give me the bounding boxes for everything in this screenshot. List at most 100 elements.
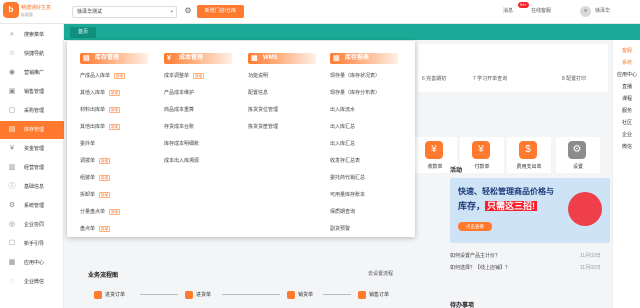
menu-item[interactable]: 其他出库单 新增 (80, 124, 121, 131)
avatar[interactable]: ● (580, 6, 591, 17)
menu-item[interactable]: 副货预警 (330, 226, 350, 233)
menu-item[interactable]: 保质期查询 (330, 209, 355, 216)
right-rail-item[interactable]: 社区 (616, 120, 638, 127)
shortcut-button[interactable]: $ 费用支出单 (507, 137, 551, 173)
right-rail-item[interactable]: 企业 (616, 132, 638, 139)
tab-home[interactable]: 首页 (70, 27, 96, 38)
add-tag[interactable]: 新增 (109, 209, 121, 215)
service-link[interactable]: 在线客服 (531, 7, 551, 14)
right-rail-item[interactable]: 服务 (616, 108, 638, 115)
menu-item[interactable]: 拆卸单 新增 (80, 192, 111, 199)
add-tag[interactable]: 新增 (193, 73, 205, 79)
flow-node-purchase[interactable]: 进货单 (185, 289, 211, 301)
step-7[interactable]: 7 学习开单查询 (473, 75, 507, 82)
flow-node-sales[interactable]: 销货单 (287, 289, 313, 301)
menu-item[interactable]: 现存量（库存分布表） (330, 90, 380, 97)
messages-link[interactable]: 消息 (503, 7, 513, 14)
flow-node-purchase-order[interactable]: 进货订单 (94, 289, 125, 301)
menu-item[interactable]: 其他入库单 新增 (80, 90, 121, 97)
add-tag[interactable]: 新增 (99, 226, 111, 232)
right-rail-item[interactable]: 微信 (616, 144, 638, 151)
sidebar-item[interactable]: ▦ 应用中心 (0, 254, 64, 272)
add-tag[interactable]: 新增 (99, 158, 111, 164)
activity-banner[interactable]: 快速、轻松管理商品价格与 库存， 只需这三招! 点击查看 (450, 178, 610, 243)
apps-icon: ▦ (8, 259, 16, 266)
flow-settings-link[interactable]: 去设置流程 (368, 270, 393, 277)
menu-item[interactable]: 出入库汇总 (330, 141, 355, 148)
right-rail-item[interactable]: 课程 (616, 96, 638, 103)
menu-item[interactable]: 材料出库单 新增 (80, 107, 121, 114)
add-tag[interactable]: 新增 (99, 175, 111, 181)
sidebar-item[interactable]: ▢ 采购管理 (0, 102, 64, 120)
add-store-button[interactable]: 新增门店/仓库 (197, 5, 244, 18)
sidebar-item[interactable]: ⓘ 基础信息 (0, 178, 64, 196)
menu-item[interactable]: 出入库汇总 (330, 124, 355, 131)
shortcut-label: 设置 (572, 164, 583, 170)
sidebar-item-label: 新手引导 (24, 241, 45, 247)
menu-item[interactable]: 收发存汇总表 (330, 158, 360, 165)
flow-node-sales-order[interactable]: 销售订单 (358, 289, 389, 301)
menu-column-title: ▦ WMS (248, 53, 316, 64)
right-rail-item[interactable]: 客服 (616, 48, 638, 55)
menu-item[interactable]: 商品成本重算 (164, 107, 194, 114)
add-tag[interactable]: 新增 (114, 73, 126, 79)
step-6[interactable]: 6 完善期初 (422, 75, 446, 82)
menu-item[interactable]: 功能说明 (248, 73, 268, 80)
shortcut-button[interactable]: ⚙ 设置 (556, 137, 600, 173)
menu-item[interactable]: 成本出入库溯源 (164, 158, 199, 165)
tab-bar (64, 24, 640, 40)
right-rail-item[interactable]: 直播 (616, 84, 638, 91)
sidebar-item[interactable]: ▣ 销售管理 (0, 83, 64, 101)
megaphone-icon: ◉ (8, 69, 16, 76)
sidebar-item[interactable]: ▤ 库存管理 (0, 121, 64, 139)
right-rail-item[interactable]: 应用中心 (616, 72, 638, 79)
menu-item[interactable]: 调拨单 新增 (80, 158, 111, 165)
menu-item[interactable]: 库存成本明细账 (164, 141, 199, 148)
menu-item[interactable]: 组装单 新增 (80, 175, 111, 182)
banner-line1: 快速、轻松管理商品价格与 (458, 187, 554, 196)
menu-item[interactable]: 存货成本台账 (164, 124, 194, 131)
menu-item[interactable]: 产成品入库单 新增 (80, 73, 126, 80)
menu-item[interactable]: 委外单 (80, 141, 95, 148)
sidebar-item-label: 库存管理 (24, 127, 45, 133)
menu-item[interactable]: 盘点单 新增 (80, 226, 111, 233)
add-tag[interactable]: 新增 (109, 90, 121, 96)
step-8[interactable]: 8 配置打印 (562, 75, 586, 82)
menu-item[interactable]: 配置信息 (248, 90, 268, 97)
sidebar-item-label: 搜索菜单 (24, 32, 45, 38)
sidebar-item[interactable]: ☆ 快捷导航 (0, 45, 64, 63)
add-tag[interactable]: 新增 (109, 107, 121, 113)
shortcut-label: 付款单 (474, 164, 490, 170)
payment-icon: ¥ (472, 141, 490, 159)
menu-item[interactable]: 产品成本维护 (164, 90, 194, 97)
chart-icon: ▥ (8, 164, 16, 171)
shortcut-label: 费用支出单 (516, 164, 542, 170)
news-item[interactable]: 如何选择？【线上店铺】？ 11月02日 (450, 264, 610, 271)
menu-item[interactable]: 分量盘点单 新增 (80, 209, 121, 216)
menu-item[interactable]: 现存量（库存状况表） (330, 73, 380, 80)
menu-item[interactable]: 拣货货位管理 (248, 107, 278, 114)
sidebar-item[interactable]: ¥ 资金管理 (0, 140, 64, 158)
banner-button[interactable]: 点击查看 (458, 222, 492, 231)
menu-item[interactable]: 拣货货筐管理 (248, 124, 278, 131)
sidebar-item[interactable]: ☐ 新手引导 (0, 235, 64, 253)
add-tag[interactable]: 新增 (99, 192, 111, 198)
menu-item[interactable]: 委托商代销汇总 (330, 175, 365, 182)
news-item[interactable]: 如何设置产品主计价？ 11月02日 (450, 252, 610, 259)
gear-icon[interactable]: ⚙ (183, 6, 193, 16)
sidebar-item[interactable]: ◎ 企业协同 (0, 216, 64, 234)
add-tag[interactable]: 新增 (109, 124, 121, 130)
sidebar-item[interactable]: ◌ 企业微信 (0, 273, 64, 291)
username[interactable]: 徐泽华 (595, 7, 610, 14)
menu-item[interactable]: 成本调整单 新增 (164, 73, 205, 80)
activity-title: 活动 (450, 168, 463, 174)
menu-item[interactable]: 出入库流水 (330, 107, 355, 114)
shortcut-button[interactable]: ¥ 付款单 (460, 137, 504, 173)
sidebar-item[interactable]: ⌕ 搜索菜单 (0, 26, 64, 44)
sidebar-item[interactable]: ⚙ 系统管理 (0, 197, 64, 215)
sidebar-item[interactable]: ▥ 经营管理 (0, 159, 64, 177)
sidebar-item[interactable]: ◉ 营销推广 (0, 64, 64, 82)
right-rail-item[interactable]: 系统 (616, 60, 638, 67)
store-select[interactable]: 徐泽华测试 ▾ (72, 6, 177, 18)
menu-item[interactable]: 可用量库存账本 (330, 192, 365, 199)
